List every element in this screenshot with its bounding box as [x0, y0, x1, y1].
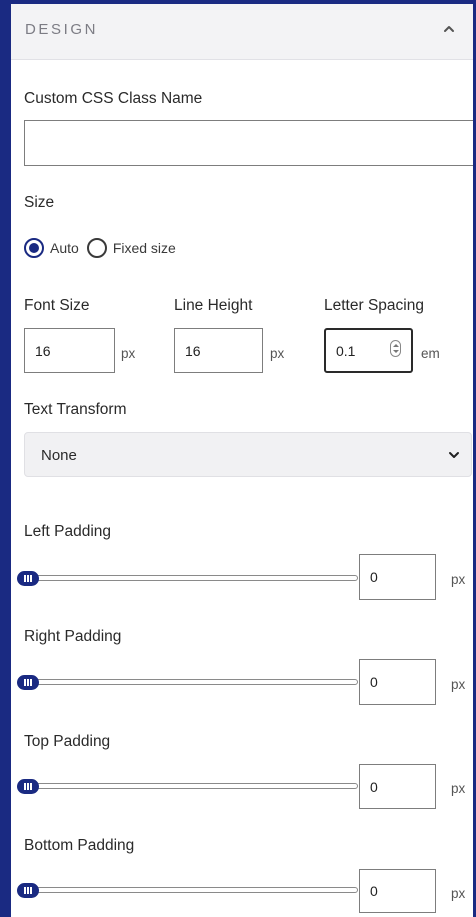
line-height-input[interactable] — [174, 328, 263, 373]
left-padding-unit: px — [451, 572, 466, 587]
bottom-padding-label: Bottom Padding — [24, 837, 135, 854]
design-panel: DESIGN Custom CSS Class Name Size Auto F… — [0, 0, 476, 917]
text-transform-label: Text Transform — [24, 401, 127, 418]
chevron-up-icon[interactable] — [439, 19, 459, 39]
top-padding-label: Top Padding — [24, 733, 111, 750]
letter-spacing-unit: em — [421, 346, 440, 361]
text-transform-select[interactable]: None — [24, 432, 472, 477]
size-fixed-label[interactable]: Fixed size — [113, 240, 176, 256]
letter-spacing-label: Letter Spacing — [324, 297, 424, 314]
font-size-input[interactable] — [24, 328, 115, 373]
text-transform-value: None — [41, 447, 77, 464]
css-class-input[interactable] — [24, 120, 473, 166]
left-padding-slider-handle[interactable] — [17, 571, 39, 586]
font-size-unit: px — [121, 346, 136, 361]
right-padding-unit: px — [451, 677, 466, 692]
css-class-label: Custom CSS Class Name — [24, 90, 203, 107]
size-radio-group: Auto Fixed size — [24, 236, 184, 260]
size-auto-radio[interactable] — [24, 238, 44, 258]
left-padding-input[interactable] — [359, 554, 436, 600]
chevron-down-icon — [449, 452, 459, 458]
top-padding-slider[interactable] — [23, 783, 358, 789]
font-size-label: Font Size — [24, 297, 90, 314]
right-padding-slider-handle[interactable] — [17, 675, 39, 690]
letter-spacing-stepper[interactable] — [390, 340, 401, 357]
size-label: Size — [24, 194, 55, 211]
top-padding-unit: px — [451, 781, 466, 796]
panel-header[interactable]: DESIGN — [11, 4, 473, 60]
right-padding-input[interactable] — [359, 659, 436, 705]
line-height-label: Line Height — [174, 297, 253, 314]
panel-title: DESIGN — [25, 21, 99, 38]
left-padding-slider[interactable] — [23, 575, 358, 581]
size-fixed-radio[interactable] — [86, 238, 107, 258]
size-auto-label[interactable]: Auto — [50, 240, 79, 256]
left-padding-label: Left Padding — [24, 523, 112, 540]
bottom-padding-input[interactable] — [359, 869, 436, 913]
right-padding-slider[interactable] — [23, 679, 358, 685]
top-padding-input[interactable] — [359, 764, 436, 809]
bottom-padding-slider[interactable] — [23, 887, 358, 893]
bottom-padding-slider-handle[interactable] — [17, 883, 39, 898]
top-padding-slider-handle[interactable] — [17, 779, 39, 794]
bottom-padding-unit: px — [451, 886, 466, 901]
right-padding-label: Right Padding — [24, 628, 122, 645]
line-height-unit: px — [270, 346, 285, 361]
